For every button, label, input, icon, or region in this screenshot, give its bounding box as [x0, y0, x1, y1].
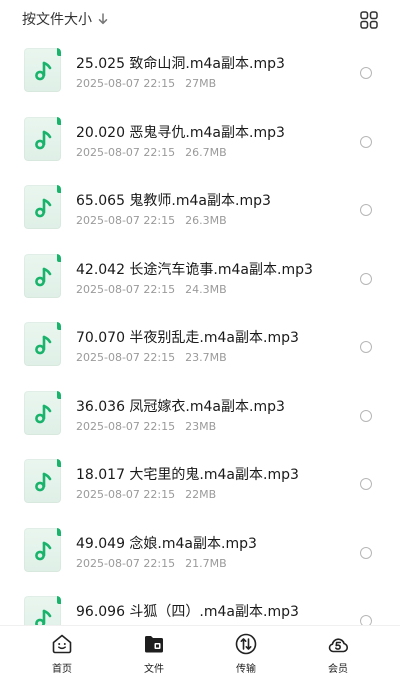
bottom-tab-bar: 首页 文件 传输 会员	[0, 625, 400, 677]
tab-home[interactable]: 首页	[32, 632, 92, 675]
select-radio[interactable]	[360, 409, 372, 422]
file-row[interactable]: 49.049 念娘.m4a副本.mp3 2025-08-07 22:15 21.7M…	[0, 518, 400, 587]
file-date: 2025-08-07 22:15	[76, 419, 176, 433]
thumbnail-corner-mark	[57, 459, 61, 467]
audio-file-thumbnail	[24, 596, 61, 625]
file-name: 42.042 长途汽车诡事.m4a副本.mp3	[76, 261, 313, 278]
file-row[interactable]: 70.070 半夜别乱走.m4a副本.mp3 2025-08-07 22:15 23…	[0, 312, 400, 381]
file-meta: 2025-08-07 22:15 22MB	[76, 488, 216, 501]
audio-file-thumbnail	[24, 48, 61, 92]
tab-files-label: 文件	[144, 664, 164, 675]
file-date: 2025-08-07 22:15	[76, 556, 176, 570]
folder-icon	[142, 632, 166, 656]
file-meta: 2025-08-07 22:15 24.3MB	[76, 283, 227, 296]
file-name: 65.065 鬼教师.m4a副本.mp3	[76, 193, 271, 209]
file-date: 2025-08-07 22:15	[76, 77, 176, 90]
file-size: 24.3MB	[185, 282, 227, 296]
file-date: 2025-08-07 22:15	[76, 145, 176, 159]
audio-file-thumbnail	[24, 253, 61, 298]
thumbnail-corner-mark	[57, 185, 61, 193]
select-radio[interactable]	[360, 135, 372, 148]
sort-label: 按文件大小	[22, 12, 92, 28]
grid-view-icon[interactable]	[360, 11, 378, 29]
audio-file-thumbnail	[24, 116, 61, 161]
file-list: 25.025 致命山洞.m4a副本.mp3 2025-08-07 22:15 27M…	[0, 38, 400, 625]
file-row[interactable]: 20.020 恶鬼寻仇.m4a副本.mp3 2025-08-07 22:15 26.…	[0, 107, 400, 176]
music-note-icon	[35, 404, 52, 423]
file-size: 26.7MB	[185, 145, 227, 159]
file-name: 18.017 大宅里的鬼.m4a副本.mp3	[76, 467, 299, 483]
file-row[interactable]: 18.017 大宅里的鬼.m4a副本.mp3 2025-08-07 22:15 22…	[0, 449, 400, 518]
file-meta: 2025-08-07 22:15 27MB	[76, 77, 216, 90]
vip-cloud-icon	[326, 632, 350, 656]
file-date: 2025-08-07 22:15	[76, 351, 176, 364]
file-name: 70.070 半夜别乱走.m4a副本.mp3	[76, 330, 299, 346]
transfer-icon	[234, 632, 258, 656]
tab-transfer-label: 传输	[236, 664, 256, 675]
select-radio[interactable]	[360, 546, 372, 559]
file-date: 2025-08-07 22:15	[76, 214, 176, 227]
tab-home-label: 首页	[52, 664, 72, 675]
thumbnail-corner-mark	[57, 390, 61, 399]
file-row[interactable]: 65.065 鬼教师.m4a副本.mp3 2025-08-07 22:15 26.3…	[0, 175, 400, 244]
music-note-icon	[35, 472, 52, 492]
file-name: 20.020 恶鬼寻仇.m4a副本.mp3	[76, 124, 285, 141]
file-size: 21.7MB	[185, 556, 227, 570]
file-meta: 2025-08-07 22:15 23MB	[76, 420, 216, 433]
file-date: 2025-08-07 22:15	[76, 282, 176, 296]
file-name: 49.049 念娘.m4a副本.mp3	[76, 535, 257, 552]
file-date: 2025-08-07 22:15	[76, 488, 176, 501]
top-bar: 按文件大小	[0, 0, 400, 38]
thumbnail-corner-mark	[57, 596, 61, 604]
thumbnail-corner-mark	[57, 322, 61, 330]
select-radio[interactable]	[360, 67, 372, 79]
select-radio[interactable]	[360, 341, 372, 353]
tab-vip-label: 会员	[328, 664, 348, 675]
file-name: 25.025 致命山洞.m4a副本.mp3	[76, 56, 285, 72]
audio-file-thumbnail	[24, 459, 61, 503]
file-size: 26.3MB	[185, 214, 227, 227]
music-note-icon	[35, 198, 52, 218]
file-size: 23.7MB	[185, 351, 227, 364]
tab-transfer[interactable]: 传输	[216, 632, 276, 675]
music-note-icon	[35, 267, 52, 286]
file-row[interactable]: 36.036 凤冠嫁衣.m4a副本.mp3 2025-08-07 22:15 23M…	[0, 381, 400, 450]
file-size: 27MB	[185, 77, 217, 90]
file-size: 23MB	[185, 419, 217, 433]
arrow-down-icon	[98, 13, 108, 25]
file-meta: 2025-08-07 22:15 21.7MB	[76, 557, 227, 570]
select-radio[interactable]	[360, 478, 372, 490]
file-row[interactable]: 96.096 斗狐（四）.m4a副本.mp3	[0, 586, 400, 625]
select-radio[interactable]	[360, 204, 372, 216]
music-note-icon	[35, 335, 52, 355]
audio-file-thumbnail	[24, 527, 61, 572]
music-note-icon	[35, 609, 52, 625]
music-note-icon	[35, 541, 52, 560]
audio-file-thumbnail	[24, 322, 61, 366]
sort-by-size-button[interactable]: 按文件大小	[22, 9, 108, 29]
select-radio[interactable]	[360, 615, 372, 625]
file-row[interactable]: 42.042 长途汽车诡事.m4a副本.mp3 2025-08-07 22:15 2…	[0, 244, 400, 313]
file-name: 36.036 凤冠嫁衣.m4a副本.mp3	[76, 398, 285, 415]
select-radio[interactable]	[360, 272, 372, 285]
music-note-icon	[35, 61, 52, 81]
thumbnail-corner-mark	[57, 527, 61, 536]
file-name: 96.096 斗狐（四）.m4a副本.mp3	[76, 604, 299, 620]
audio-file-thumbnail	[24, 390, 61, 435]
file-meta: 2025-08-07 22:15 23.7MB	[76, 351, 227, 364]
audio-file-thumbnail	[24, 185, 61, 229]
file-size: 22MB	[185, 488, 217, 501]
thumbnail-corner-mark	[57, 116, 61, 125]
file-row[interactable]: 25.025 致命山洞.m4a副本.mp3 2025-08-07 22:15 27M…	[0, 38, 400, 107]
file-meta: 2025-08-07 22:15 26.7MB	[76, 146, 227, 159]
file-meta: 2025-08-07 22:15 26.3MB	[76, 214, 227, 227]
thumbnail-corner-mark	[57, 48, 61, 56]
tab-vip[interactable]: 会员	[308, 632, 368, 675]
home-smile-icon	[50, 632, 74, 656]
thumbnail-corner-mark	[57, 253, 61, 262]
music-note-icon	[35, 130, 52, 149]
tab-files[interactable]: 文件	[124, 632, 184, 675]
